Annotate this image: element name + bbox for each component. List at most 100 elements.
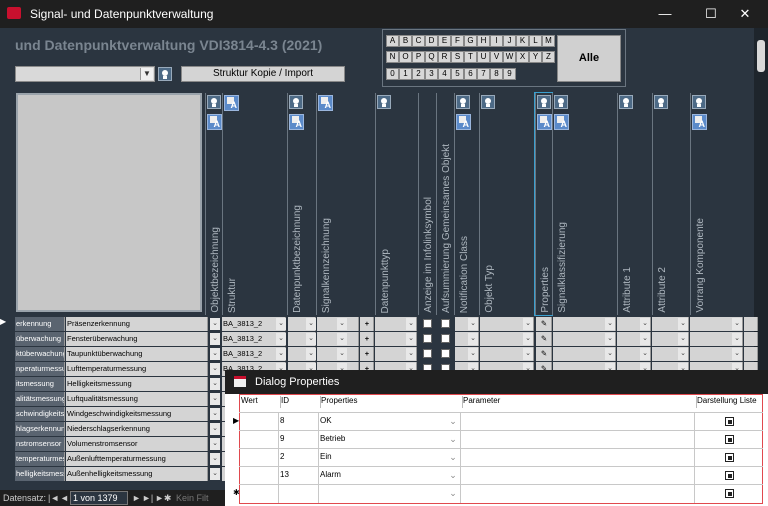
scrollbar-thumb[interactable] [757, 40, 765, 72]
alphabet-key[interactable]: H [477, 35, 490, 47]
lightbulb-icon[interactable] [377, 95, 391, 109]
alphabet-key[interactable]: I [490, 35, 503, 47]
infolink-checkbox[interactable] [423, 334, 432, 343]
display-list-checkbox[interactable] [725, 453, 734, 462]
wert-cell[interactable] [239, 431, 279, 449]
edit-text-icon[interactable]: A [224, 95, 239, 111]
chevron-down-icon[interactable]: ⌄ [448, 416, 458, 428]
lightbulb-icon[interactable] [158, 67, 172, 81]
structure-import-button[interactable]: Struktur Kopie / Import [181, 66, 345, 82]
lightbulb-icon[interactable] [554, 95, 568, 109]
alphabet-key[interactable]: L [529, 35, 542, 47]
chevron-down-icon[interactable]: ⌄ [732, 318, 742, 330]
display-list-checkbox[interactable] [725, 489, 734, 498]
wert-cell[interactable] [239, 485, 279, 503]
lightbulb-icon[interactable] [289, 95, 303, 109]
edit-text-icon[interactable]: A [692, 114, 707, 130]
edit-text-icon[interactable]: A [289, 114, 304, 130]
chevron-down-icon[interactable]: ⌄ [640, 318, 650, 330]
alphabet-key[interactable]: O [399, 51, 412, 63]
property-cell[interactable]: Betrieb [319, 431, 461, 449]
chevron-down-icon[interactable]: ⌄ [523, 333, 533, 345]
chevron-down-icon[interactable]: ⌄ [640, 333, 650, 345]
table-row[interactable]: 2 Ein ⌄ [239, 448, 763, 467]
alphabet-key[interactable]: U [477, 51, 490, 63]
row-description[interactable]: Niederschlagserkennung [66, 422, 208, 436]
table-row[interactable]: ▶ erkennung Präsenzerkennung ⌄ BA_3813_2 ⌄ ⌄ ⌄ +… [0, 317, 760, 331]
display-list-checkbox[interactable] [725, 417, 734, 426]
id-cell[interactable]: 2 [279, 449, 319, 467]
chevron-down-icon[interactable]: ⌄ [678, 348, 688, 360]
alphabet-key[interactable]: C [412, 35, 425, 47]
parameter-cell[interactable] [461, 449, 695, 467]
chevron-down-icon[interactable]: ⌄ [605, 333, 615, 345]
alphabet-key[interactable]: 6 [464, 68, 477, 80]
alphabet-key[interactable]: 7 [477, 68, 490, 80]
row-description[interactable]: Windgeschwindigkeitsmessung [66, 407, 208, 421]
id-cell[interactable] [279, 485, 319, 503]
chevron-down-icon[interactable]: ⌄ [210, 348, 220, 360]
property-cell[interactable]: Alarm [319, 467, 461, 485]
row-short-name[interactable]: itsmessung [15, 377, 65, 391]
alphabet-key[interactable]: A [386, 35, 399, 47]
chevron-down-icon[interactable]: ⌄ [468, 348, 478, 360]
table-row[interactable]: überwachung Fensterüberwachung ⌄ BA_3813_2 ⌄… [0, 332, 760, 346]
chevron-down-icon[interactable]: ⌄ [210, 333, 220, 345]
minimize-button[interactable]: — [642, 0, 688, 28]
alphabet-key[interactable]: S [451, 51, 464, 63]
row-description[interactable]: Volumenstromsensor [66, 437, 208, 451]
row-description[interactable]: Luftqualitätsmessung [66, 392, 208, 406]
chevron-down-icon[interactable]: ⌄ [406, 318, 416, 330]
alphabet-key[interactable]: F [451, 35, 464, 47]
parameter-cell[interactable] [461, 467, 695, 485]
chevron-down-icon[interactable]: ⌄ [732, 333, 742, 345]
chevron-down-icon[interactable]: ⌄ [210, 363, 220, 375]
row-short-name[interactable]: schwindigkeitsr [15, 407, 65, 421]
prev-record-button[interactable]: ◄ [60, 493, 69, 503]
chevron-down-icon[interactable]: ⌄ [678, 318, 688, 330]
last-record-button[interactable]: ►| [142, 493, 153, 503]
chevron-down-icon[interactable]: ⌄ [448, 452, 458, 464]
chevron-down-icon[interactable]: ▼ [140, 68, 153, 80]
column-header[interactable]: Signalkennzeichnung [316, 93, 375, 315]
row-description[interactable]: Lufttemperaturmessung [66, 362, 208, 376]
alphabet-key[interactable]: 9 [503, 68, 516, 80]
row-short-name[interactable]: hlagserkennun [15, 422, 65, 436]
infolink-checkbox[interactable] [423, 349, 432, 358]
chevron-down-icon[interactable]: ⌄ [448, 488, 458, 500]
row-cell[interactable] [744, 347, 758, 361]
alphabet-key[interactable]: X [516, 51, 529, 63]
row-description[interactable]: Fensterüberwachung [66, 332, 208, 346]
chevron-down-icon[interactable]: ⌄ [210, 378, 220, 390]
summation-checkbox[interactable] [441, 334, 450, 343]
filter-status[interactable]: Kein Filt [176, 493, 209, 503]
column-header[interactable]: Struktur [222, 93, 287, 315]
alphabet-key[interactable]: 0 [386, 68, 399, 80]
close-button[interactable]: ✕ [722, 0, 768, 28]
chevron-down-icon[interactable]: ⌄ [210, 393, 220, 405]
row-short-name[interactable]: überwachung [15, 332, 65, 346]
chevron-down-icon[interactable]: ⌄ [406, 348, 416, 360]
chevron-down-icon[interactable]: ⌄ [276, 318, 286, 330]
chevron-down-icon[interactable]: ⌄ [210, 453, 220, 465]
alphabet-key[interactable]: 2 [412, 68, 425, 80]
alphabet-key[interactable]: 3 [425, 68, 438, 80]
parameter-cell[interactable] [461, 431, 695, 449]
alphabet-key[interactable]: 8 [490, 68, 503, 80]
infolink-checkbox[interactable] [423, 319, 432, 328]
row-short-name[interactable]: ktüberwachung [15, 347, 65, 361]
chevron-down-icon[interactable]: ⌄ [306, 333, 316, 345]
alphabet-key[interactable]: B [399, 35, 412, 47]
edit-text-icon[interactable]: A [456, 114, 471, 130]
add-datapoint-button[interactable]: + [360, 332, 374, 346]
next-record-button[interactable]: ► [132, 493, 141, 503]
lightbulb-icon[interactable] [456, 95, 470, 109]
parameter-cell[interactable] [461, 485, 695, 503]
alphabet-key[interactable]: W [503, 51, 516, 63]
chevron-down-icon[interactable]: ⌄ [210, 408, 220, 420]
row-cell[interactable] [744, 317, 758, 331]
chevron-down-icon[interactable]: ⌄ [523, 348, 533, 360]
chevron-down-icon[interactable]: ⌄ [210, 423, 220, 435]
row-description[interactable]: Taupunktüberwachung [66, 347, 208, 361]
row-description[interactable]: Helligkeitsmessung [66, 377, 208, 391]
